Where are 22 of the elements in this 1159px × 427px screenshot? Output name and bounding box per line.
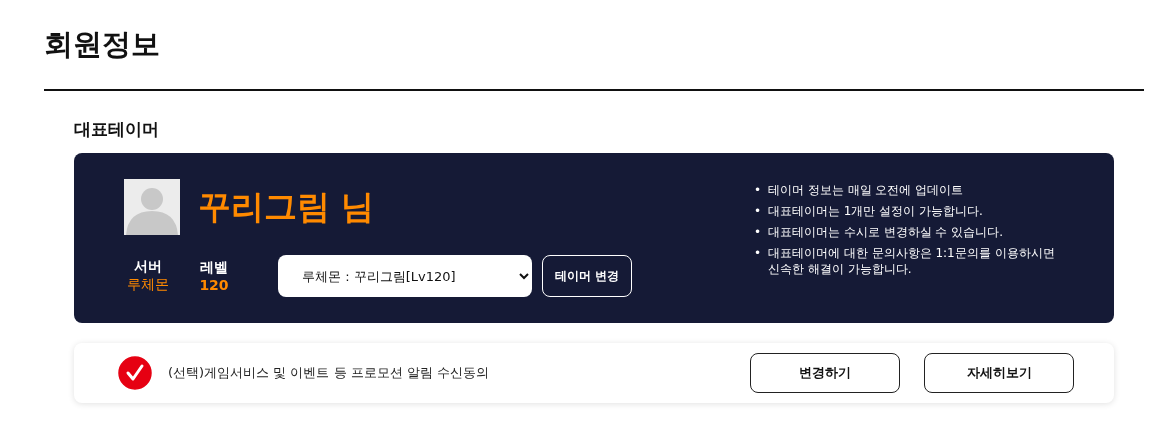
- bullet-icon: •: [754, 203, 768, 219]
- details-button[interactable]: 자세히보기: [924, 353, 1074, 393]
- note-text: 대표테이머는 수시로 변경하실 수 있습니다.: [768, 224, 1005, 240]
- change-button[interactable]: 변경하기: [750, 353, 900, 393]
- level-label: 레벨: [200, 259, 228, 277]
- bullet-icon: •: [754, 224, 768, 240]
- section-title: 대표테이머: [74, 118, 160, 141]
- consent-label: (선택)게임서비스 및 이벤트 등 프로모션 알림 수신동의: [168, 364, 490, 382]
- bullet-icon: •: [754, 245, 768, 261]
- change-tamer-button[interactable]: 테이머 변경: [542, 255, 633, 297]
- note-text: 대표테이머는 1개만 설정이 가능합니다.: [768, 203, 984, 219]
- server-value: 루체몬: [127, 276, 169, 294]
- tamer-name: 꾸리그림 님: [198, 185, 375, 228]
- server-label: 서버: [134, 258, 162, 276]
- avatar-icon: [124, 179, 180, 235]
- note-text: 대표테이머에 대한 문의사항은 1:1문의를 이용하시면 신속한 해결이 가능합니다.: [768, 245, 1056, 277]
- tamer-select[interactable]: 루체몬 : 꾸리그림[Lv120]: [278, 255, 532, 297]
- page-title: 회원정보: [44, 26, 161, 63]
- bullet-icon: •: [754, 182, 768, 198]
- level-value: 120: [199, 277, 229, 293]
- checkbox[interactable]: [118, 356, 152, 390]
- note-text: 테이머 정보는 매일 오전에 업데이트: [768, 182, 965, 198]
